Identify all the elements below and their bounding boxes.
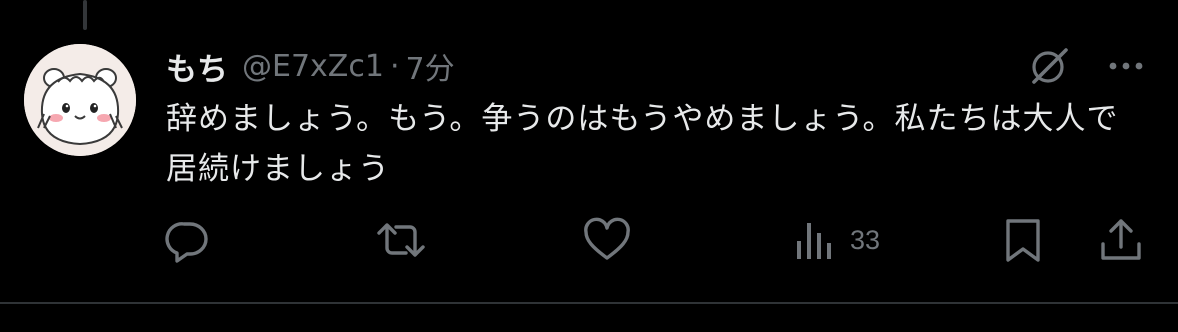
retweet-icon xyxy=(377,223,425,257)
post-time[interactable]: 7分 xyxy=(405,44,454,88)
share-icon xyxy=(1101,219,1141,260)
display-name[interactable]: もち xyxy=(166,44,228,89)
heart-icon xyxy=(584,217,630,260)
tweet-text: 辞めましょう。もう。争うのはもうやめましょう。私たちは大人で居続けましょう xyxy=(166,101,1119,187)
views-count: 33 xyxy=(850,224,881,255)
avatar[interactable] xyxy=(24,44,136,156)
bookmark-button[interactable] xyxy=(1000,214,1046,266)
user-handle[interactable]: @E7xZc1 xyxy=(242,49,384,84)
views-button[interactable]: 33 xyxy=(794,214,880,266)
action-bar: 33 xyxy=(0,214,1178,266)
post-divider xyxy=(0,302,1178,304)
views-chart-icon xyxy=(797,223,831,259)
more-options-icon[interactable] xyxy=(1100,52,1150,80)
bookmark-icon xyxy=(1006,219,1040,262)
tweet-header: もち @E7xZc1 · 7分 xyxy=(166,44,455,88)
header-separator: · xyxy=(389,48,400,84)
reply-icon xyxy=(165,222,208,263)
reply-button[interactable] xyxy=(164,214,210,266)
share-button[interactable] xyxy=(1098,214,1144,266)
retweet-button[interactable] xyxy=(374,214,428,266)
grok-icon[interactable] xyxy=(1026,44,1074,88)
thread-connector-line xyxy=(83,0,87,30)
hamster-avatar-icon xyxy=(24,44,136,156)
like-button[interactable] xyxy=(582,214,632,266)
